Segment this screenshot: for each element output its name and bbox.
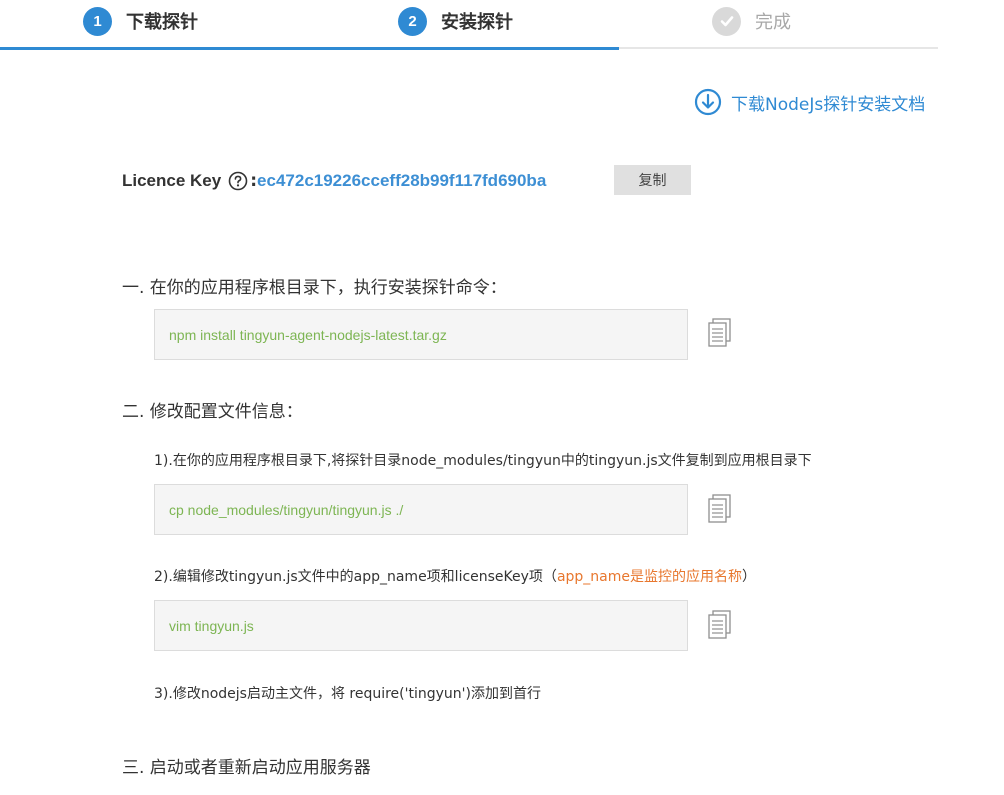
licence-key-row: Licence Key : ec472c19226cceff28b99f117f… (122, 166, 546, 196)
step-install: 2 安装探针 (398, 5, 513, 37)
step-label-download: 下载探针 (126, 12, 198, 33)
copy-config-command[interactable]: cp node_modules/tingyun/tingyun.js ./ (154, 484, 688, 535)
step-number-1: 1 (83, 6, 112, 36)
step-2-highlight: app_name是监控的应用名称 (556, 569, 742, 585)
licence-key-value: ec472c19226cceff28b99f117fd690ba (257, 171, 547, 190)
section-one-title: 一. 在你的应用程序根目录下，执行安装探针命令： (122, 278, 507, 298)
step-2-instruction: 2).编辑修改tingyun.js文件中的app_name项和licenseKe… (154, 566, 756, 586)
check-icon (712, 6, 741, 36)
copy-icon[interactable] (708, 494, 732, 524)
edit-config-command[interactable]: vim tingyun.js (154, 600, 688, 651)
step-complete: 完成 (712, 5, 791, 37)
download-circle-icon (694, 88, 722, 116)
step-download: 1 下载探针 (83, 5, 198, 37)
download-doc-link[interactable]: 下载NodeJs探针安装文档 (694, 88, 925, 116)
progress-bar (0, 47, 619, 50)
download-doc-label: 下载NodeJs探针安装文档 (731, 94, 926, 115)
question-circle-icon[interactable] (228, 171, 248, 191)
npm-install-command[interactable]: npm install tingyun-agent-nodejs-latest.… (154, 309, 688, 360)
step-2-suffix: ） (742, 569, 756, 585)
step-label-complete: 完成 (755, 12, 791, 33)
section-three-title: 三. 启动或者重新启动应用服务器 (122, 758, 371, 778)
copy-icon[interactable] (708, 610, 732, 640)
step-number-2: 2 (398, 6, 427, 36)
step-label-install: 安装探针 (441, 12, 513, 33)
copy-icon[interactable] (708, 318, 732, 348)
copy-licence-button[interactable]: 复制 (614, 165, 691, 195)
step-3-instruction: 3).修改nodejs启动主文件，将 require('tingyun')添加到… (154, 686, 541, 702)
licence-key-colon: : (250, 171, 258, 191)
licence-key-label: Licence Key (122, 171, 222, 190)
section-two-title: 二. 修改配置文件信息： (122, 402, 303, 422)
step-1-instruction: 1).在你的应用程序根目录下,将探针目录node_modules/tingyun… (154, 453, 812, 469)
step-2-prefix: 2).编辑修改tingyun.js文件中的app_name项和licenseKe… (154, 569, 557, 585)
